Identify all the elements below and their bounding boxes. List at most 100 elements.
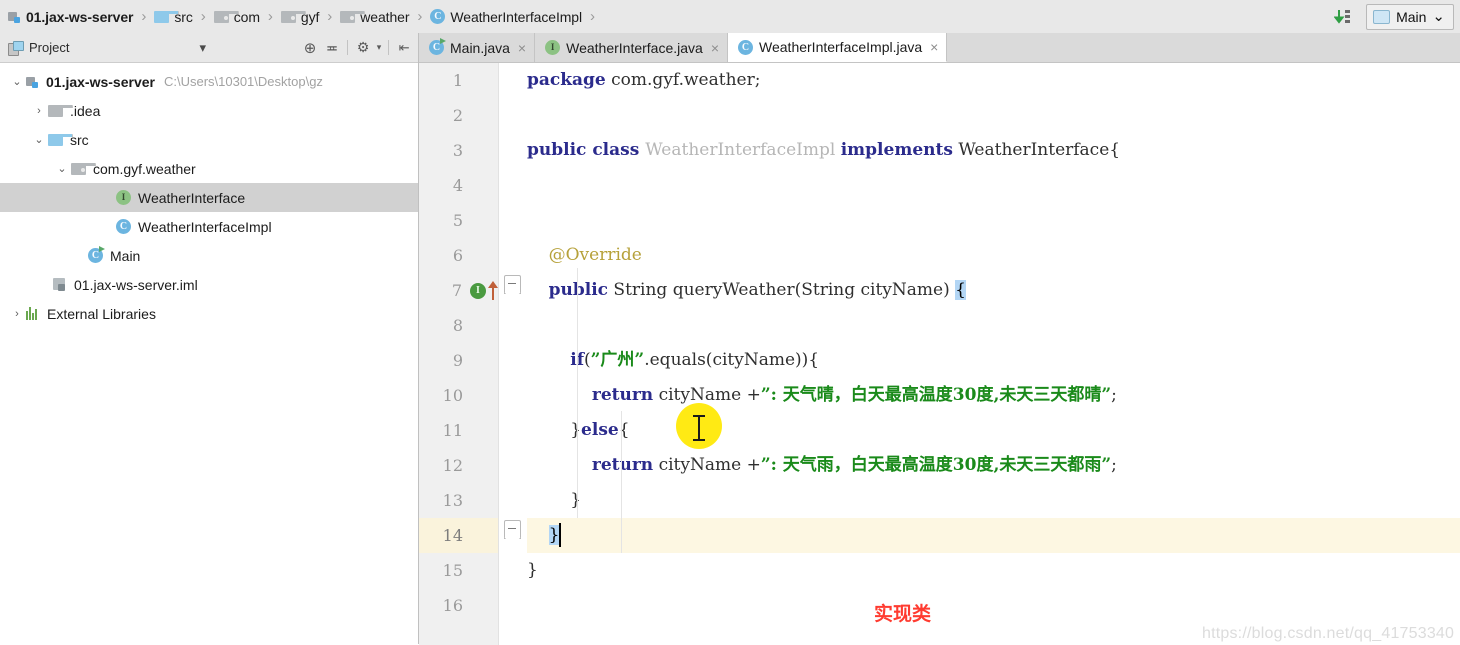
implementing-method-icon[interactable]: I [470,282,486,299]
chevron-right-icon[interactable]: › [30,105,48,117]
close-icon[interactable]: × [930,39,938,55]
breadcrumb-item-src[interactable]: src [150,0,194,33]
chevron-down-icon[interactable]: ⌄ [53,162,71,175]
tree-node-path: C:\Users\10301\Desktop\gz [163,74,323,89]
tree-node-weatherinterface[interactable]: I WeatherInterface [0,183,418,212]
gutter-line: 5 [419,203,498,238]
breadcrumb-item-gyf[interactable]: gyf [277,0,321,33]
line-number: 16 [442,596,463,615]
tree-node-project[interactable]: ⌄ 01.jax-ws-server C:\Users\10301\Deskto… [0,67,418,96]
code-line-7: public String queryWeather(String cityNa… [548,280,966,300]
project-panel-toolbar: ⊕ ≖ ⚙ ▾ ⇥ [300,38,414,58]
tree-node-src[interactable]: ⌄ src [0,125,418,154]
breadcrumb-bar: 01.jax-ws-server › src › com › gyf › wea… [0,0,1460,34]
editor-tab-bar: C Main.java × I WeatherInterface.java × … [419,33,1460,63]
code-line-14: } [527,518,1460,553]
class-icon: C [430,9,446,24]
project-panel-title: Project [29,40,70,55]
gutter-line: 15 [419,553,498,588]
gear-caret-icon[interactable]: ▾ [375,38,383,58]
line-number: 5 [452,211,463,230]
line-number: 1 [452,71,463,90]
download-sort-icon[interactable] [1333,8,1358,26]
watermark: https://blog.csdn.net/qq_41753340 [1202,625,1455,642]
locate-icon[interactable]: ⊕ [300,38,320,58]
tab-weatherinterfaceimpl-java[interactable]: C WeatherInterfaceImpl.java × [728,33,948,62]
chevron-down-icon[interactable]: ⌄ [30,133,48,146]
interface-icon: I [116,190,131,205]
indent-guide [621,411,622,553]
run-config-label: Main [1396,8,1427,25]
toolbar-divider [347,40,348,55]
run-config-icon [1373,9,1391,24]
package-folder-icon [71,162,96,175]
code-line-13: } [527,490,582,510]
breadcrumb-separator-icon: › [267,8,273,25]
package-folder-icon [340,10,366,23]
package-folder-icon [280,10,306,23]
tree-node-label: External Libraries [47,305,156,322]
tree-node-package[interactable]: ⌄ com.gyf.weather [0,154,418,183]
tab-main-java[interactable]: C Main.java × [419,33,536,62]
chevron-right-icon[interactable]: › [8,308,26,320]
text-cursor-icon [693,415,705,441]
breadcrumb-separator-icon: › [327,8,333,25]
gutter-line: 6 [419,238,498,273]
code-folding-bar[interactable] [499,63,527,645]
close-icon[interactable]: × [711,40,719,56]
gutter-line: 2 [419,98,498,133]
tab-label: Main.java [450,39,510,56]
gutter-line: 10 [419,378,498,413]
line-number: 11 [442,421,463,440]
toolbar-divider [388,40,389,55]
tree-node-label: com.gyf.weather [93,160,196,177]
close-icon[interactable]: × [518,40,526,56]
breadcrumb-label: 01.jax-ws-server [26,8,134,25]
breadcrumb-label: weather [360,8,410,25]
tree-node-weatherinterfaceimpl[interactable]: C WeatherInterfaceImpl [0,212,418,241]
gutter-line: 12 [419,448,498,483]
line-number: 10 [442,386,463,405]
project-panel-caret-icon[interactable]: ▾ [199,40,206,56]
fold-collapse-icon[interactable] [504,275,521,294]
project-panel-header: Project ▾ ⊕ ≖ ⚙ ▾ ⇥ [0,33,418,63]
line-number: 6 [452,246,463,265]
breadcrumb-item-com[interactable]: com [210,0,262,33]
module-icon [26,75,39,88]
breadcrumb-separator-icon: › [590,8,595,25]
overrides-arrow-icon[interactable] [488,280,498,301]
tree-node-label: 01.jax-ws-server.iml [74,276,198,293]
line-number: 14 [442,526,463,545]
settings-gear-icon[interactable]: ⚙ [353,38,373,58]
text-caret [559,522,562,547]
breadcrumb-separator-icon: › [141,8,147,25]
chevron-down-icon[interactable]: ⌄ [8,75,26,88]
breadcrumb-item-weather[interactable]: weather [336,0,411,33]
breadcrumb-label: WeatherInterfaceImpl [450,8,582,25]
tree-node-iml[interactable]: 01.jax-ws-server.iml [0,270,418,299]
fold-collapse-icon[interactable] [504,520,521,539]
hide-panel-icon[interactable]: ⇥ [394,38,414,58]
code-text[interactable]: package com.gyf.weather; public class We… [527,63,1460,645]
tree-node-main[interactable]: C Main [0,241,418,270]
breadcrumb-item-class[interactable]: C WeatherInterfaceImpl [426,0,584,33]
breadcrumb-separator-icon: › [200,8,206,25]
collapse-all-icon[interactable]: ≖ [322,38,342,58]
line-number: 8 [452,316,463,335]
tab-weatherinterface-java[interactable]: I WeatherInterface.java × [535,33,729,62]
module-icon [8,10,21,23]
tree-node-label: Main [110,247,141,264]
tree-node-idea[interactable]: › .idea [0,96,418,125]
tree-node-external-libraries[interactable]: › External Libraries [0,299,418,328]
code-line-3: public class WeatherInterfaceImpl implem… [527,140,1121,160]
run-configuration-selector[interactable]: Main ⌄ [1366,3,1454,30]
toolbar-right: Main ⌄ [1333,3,1460,30]
code-line-9: if(”广州”.equals(cityName)){ [570,350,820,370]
code-line-12: return cityName +”: 天气雨，白天最高温度30度,未天三天都雨… [591,455,1117,475]
editor-gutter[interactable]: 1 2 3 4 5 6 7 I 8 9 10 11 12 13 14 15 16 [419,63,499,645]
code-viewport[interactable]: 1 2 3 4 5 6 7 I 8 9 10 11 12 13 14 15 16… [419,63,1460,645]
class-runnable-icon: C [429,38,446,55]
breadcrumb-item-project[interactable]: 01.jax-ws-server [4,0,135,33]
